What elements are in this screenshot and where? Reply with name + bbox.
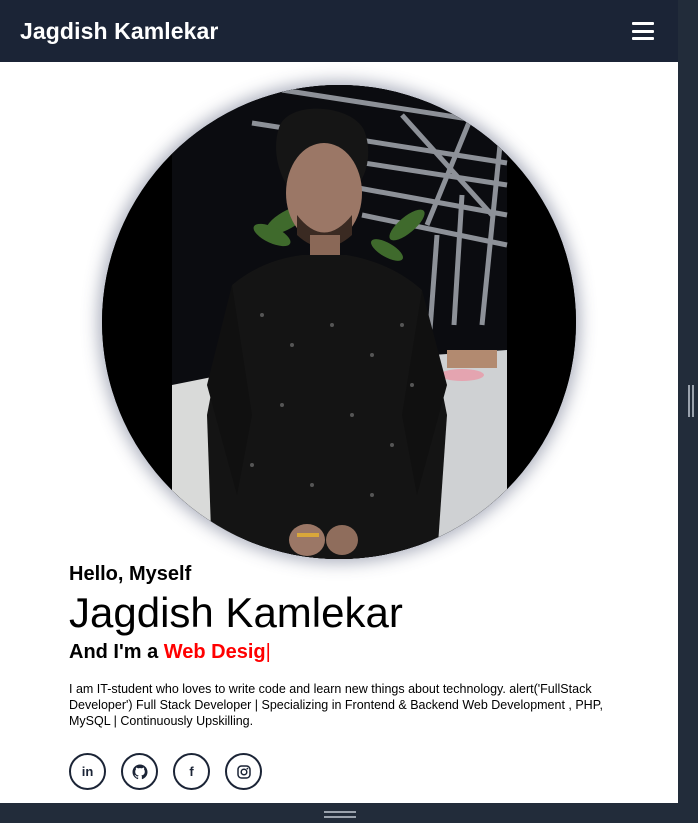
vertical-resize-handle-icon[interactable] [688, 385, 694, 417]
profile-photo-illustration [102, 85, 576, 559]
menu-bar-top [632, 22, 654, 25]
role-prefix: And I'm a [69, 641, 164, 663]
hamburger-menu-icon[interactable] [632, 22, 654, 40]
menu-bar-middle [632, 29, 654, 33]
instagram-icon [236, 764, 251, 779]
bio-paragraph: I am IT-student who loves to write code … [69, 682, 603, 728]
github-link[interactable] [121, 753, 158, 790]
horizontal-resize-handle-icon[interactable] [324, 811, 356, 818]
hero-name: Jagdish Kamlekar [69, 589, 403, 636]
profile-photo [102, 85, 576, 559]
navbar: Jagdish Kamlekar [0, 0, 678, 62]
facebook-link[interactable]: f [173, 753, 210, 790]
role-line: And I'm a Web Desig| [69, 640, 629, 664]
greeting-text: Hello, Myself [69, 563, 192, 585]
facebook-icon: f [189, 764, 194, 779]
instagram-link[interactable] [225, 753, 262, 790]
menu-bar-bottom [632, 37, 654, 40]
linkedin-icon: in [81, 764, 94, 779]
github-icon [132, 764, 147, 779]
linkedin-link[interactable]: in [69, 753, 106, 790]
intro-section: Hello, Myself Jagdish Kamlekar And I'm a… [69, 562, 629, 729]
typing-cursor: | [265, 641, 271, 663]
social-links: in f [69, 753, 262, 790]
brand-title[interactable]: Jagdish Kamlekar [20, 18, 218, 45]
typed-role: Web Desig [163, 641, 266, 663]
page-viewport: Jagdish Kamlekar Hello, Myself Jagdish K… [0, 0, 678, 803]
